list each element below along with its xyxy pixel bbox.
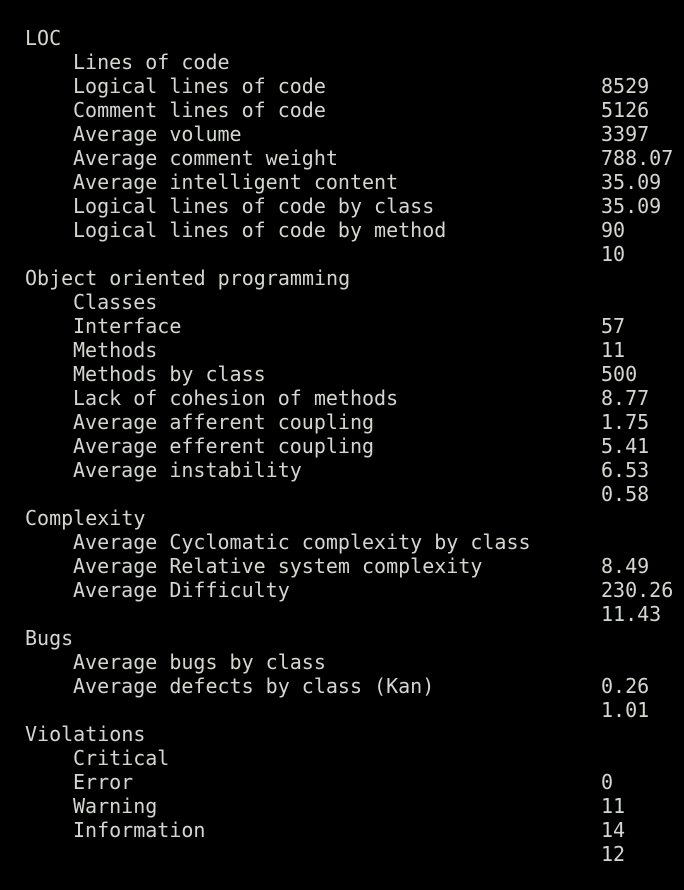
metric-row: Average Relative system complexity 230.2… <box>25 530 680 602</box>
section-header-loc: LOC <box>25 2 680 50</box>
section-header-violations: Violations <box>25 698 680 746</box>
metric-row: Logical lines of code 5126 <box>25 50 680 122</box>
metric-label: Information <box>73 818 206 842</box>
metric-value: 12 <box>601 842 626 866</box>
metric-row: Methods 500 <box>25 314 680 386</box>
metric-row: Average bugs by class 0.26 <box>25 626 680 698</box>
metric-label: Average Difficulty <box>73 578 290 602</box>
section-header-complexity: Complexity <box>25 482 680 530</box>
metric-label: Logical lines of code by method <box>73 218 447 242</box>
metric-row: Critical 0 <box>25 722 680 794</box>
metric-row: Average comment weight 35.09 <box>25 122 680 194</box>
section-header-oop: Object oriented programming <box>25 242 680 290</box>
metric-row: Comment lines of code 3397 <box>25 74 680 146</box>
terminal-output: LOC Lines of code 8529 Logical lines of … <box>25 2 680 866</box>
section-header-bugs: Bugs <box>25 602 680 650</box>
metric-row: Methods by class 8.77 <box>25 338 680 410</box>
metric-row: Average afferent coupling 5.41 <box>25 386 680 458</box>
metric-row: Logical lines of code by class 90 <box>25 170 680 242</box>
metric-value: 230.26 <box>601 578 674 602</box>
metric-row: Information 12 <box>25 794 680 866</box>
metric-row: Average Difficulty 11.43 <box>25 554 680 626</box>
metric-row: Logical lines of code by method 10 <box>25 194 680 266</box>
metric-row: Classes 57 <box>25 266 680 338</box>
metric-value: 14 <box>601 818 626 842</box>
metric-row: Lack of cohesion of methods 1.75 <box>25 362 680 434</box>
metric-row: Average Cyclomatic complexity by class 8… <box>25 506 680 578</box>
metric-row: Interface 11 <box>25 290 680 362</box>
metric-row: Average intelligent content 35.09 <box>25 146 680 218</box>
metric-value: 6.53 <box>601 458 650 482</box>
metric-value: 90 <box>601 218 626 242</box>
metric-row: Average instability 0.58 <box>25 434 680 506</box>
metric-value: 0.26 <box>601 674 650 698</box>
metric-row: Average efferent coupling 6.53 <box>25 410 680 482</box>
metric-row: Error 11 <box>25 746 680 818</box>
metric-label: Average defects by class (Kan) <box>73 674 435 698</box>
metric-row: Lines of code 8529 <box>25 26 680 98</box>
metric-row: Warning 14 <box>25 770 680 842</box>
metric-row: Average volume 788.07 <box>25 98 680 170</box>
metric-label: Average instability <box>73 458 302 482</box>
metric-row: Average defects by class (Kan) 1.01 <box>25 650 680 722</box>
